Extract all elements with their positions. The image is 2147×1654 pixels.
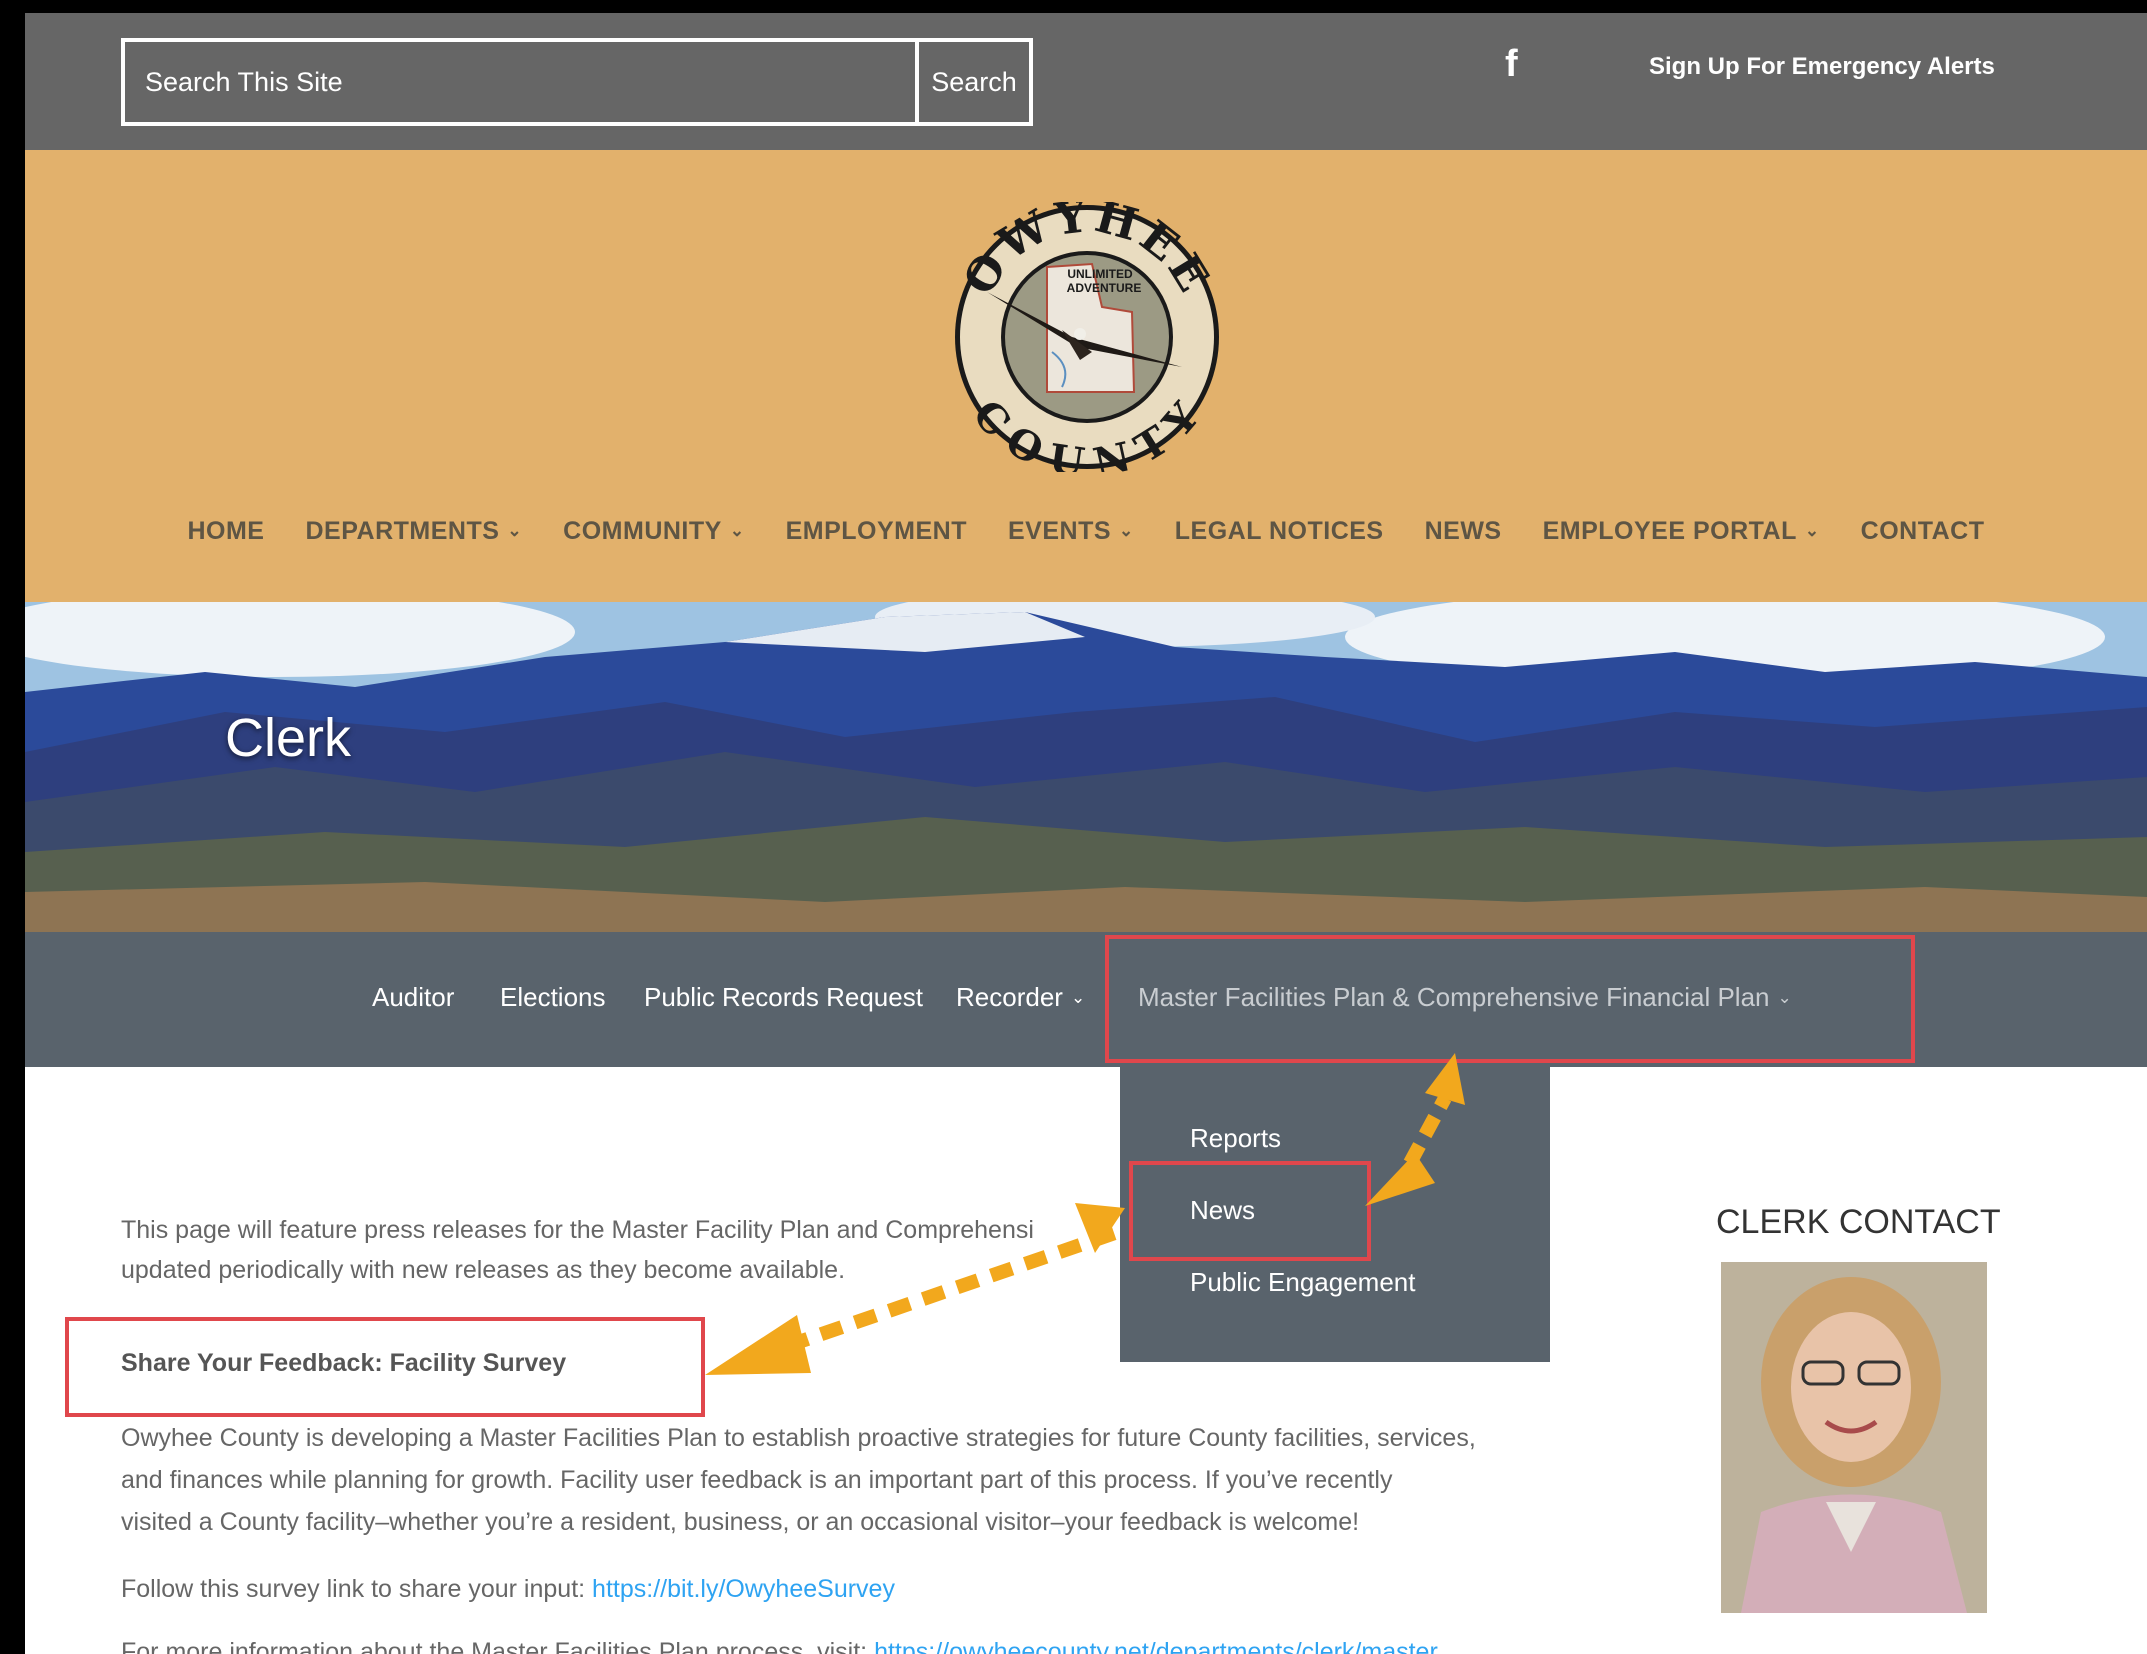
paragraph-line-3: visited a County facility–whether you’re… [121,1508,1360,1536]
arrowhead-icon [705,1315,811,1375]
clerk-contact-heading: CLERK CONTACT [1716,1203,2001,1241]
nav-departments[interactable]: DEPARTMENTS ⌄ [305,517,522,546]
page-title: Clerk [225,708,352,768]
chevron-down-icon: ⌄ [1070,988,1086,1007]
chevron-down-icon: ⌄ [729,521,745,540]
paragraph-line-2: and finances while planning for growth. … [121,1466,1393,1494]
nav-legal-notices[interactable]: LEGAL NOTICES [1175,517,1384,546]
top-bar: Search f Sign Up For Emergency Alerts [25,13,2147,150]
subnav-recorder[interactable]: Recorder ⌄ [956,982,1085,1013]
chevron-down-icon: ⌄ [1119,521,1134,540]
nav-home-label: HOME [187,517,265,545]
nav-contact[interactable]: CONTACT [1861,517,1985,546]
feedback-heading: Share Your Feedback: Facility Survey [121,1349,567,1377]
chevron-down-icon: ⌄ [507,521,523,540]
site-header: OWYHEE COUNTY UNLIMITED ADVENTURE HOME D… [25,150,2147,602]
nav-community[interactable]: COMMUNITY ⌄ [563,517,744,546]
nav-news[interactable]: NEWS [1425,517,1502,546]
nav-events-label: EVENTS [1007,517,1112,545]
nav-home[interactable]: HOME [187,517,264,546]
more-info-line: For more information about the Master Fa… [121,1631,1438,1654]
hero-banner: Clerk [25,602,2147,932]
clerk-photo [1721,1262,1987,1613]
emergency-alerts-link[interactable]: Sign Up For Emergency Alerts [1649,53,1995,81]
subnav-elections[interactable]: Elections [500,982,606,1013]
logo-tagline-1: UNLIMITED [1067,267,1133,281]
arrowhead-icon [1075,1203,1125,1253]
main-nav: HOME DEPARTMENTS ⌄ COMMUNITY ⌄ EMPLOYMENT … [25,517,2147,546]
survey-line: Follow this survey link to share your in… [121,1568,895,1610]
county-seal-logo[interactable]: OWYHEE COUNTY UNLIMITED ADVENTURE [952,202,1222,472]
nav-employee-portal[interactable]: EMPLOYEE PORTAL ⌄ [1543,517,1820,546]
dropdown-item-public-engagement[interactable]: Public Engagement [1190,1267,1415,1298]
nav-community-label: COMMUNITY [563,517,722,545]
nav-legal-notices-label: LEGAL NOTICES [1174,517,1384,545]
nav-news-label: NEWS [1424,517,1502,545]
survey-link[interactable]: https://bit.ly/OwyheeSurvey [592,1575,895,1603]
master-plan-page-link[interactable]: https://owyheecounty.net/departments/cle… [874,1638,1438,1654]
dropdown-item-reports[interactable]: Reports [1190,1123,1281,1154]
paragraph-line-1: Owyhee County is developing a Master Fac… [121,1424,1476,1452]
nav-employee-portal-label: EMPLOYEE PORTAL [1542,517,1797,545]
nav-events[interactable]: EVENTS ⌄ [1008,517,1134,546]
search-input[interactable] [125,42,919,122]
news-highlight-box [1129,1161,1371,1261]
subnav-auditor[interactable]: Auditor [372,982,454,1013]
search-button[interactable]: Search [919,42,1029,122]
page: Search f Sign Up For Emergency Alerts OW… [25,13,2147,1654]
nav-departments-label: DEPARTMENTS [305,517,500,545]
facebook-icon[interactable]: f [1505,43,1518,86]
intro-text-line-1: This page will feature press releases fo… [121,1216,1034,1244]
nav-employment-label: EMPLOYMENT [785,517,967,545]
chevron-down-icon: ⌄ [1804,521,1820,540]
search-form: Search [121,38,1033,126]
master-plan-highlight-box [1105,935,1915,1063]
more-info-prefix: For more information about the Master Fa… [121,1638,875,1654]
logo-tagline-2: ADVENTURE [1067,281,1142,295]
intro-text-line-2: updated periodically with new releases a… [121,1256,846,1284]
subnav-public-records-request[interactable]: Public Records Request [644,982,923,1013]
survey-prefix: Follow this survey link to share your in… [121,1575,593,1603]
subnav-recorder-label: Recorder [956,982,1063,1012]
nav-employment[interactable]: EMPLOYMENT [786,517,967,546]
nav-contact-label: CONTACT [1860,517,1985,545]
